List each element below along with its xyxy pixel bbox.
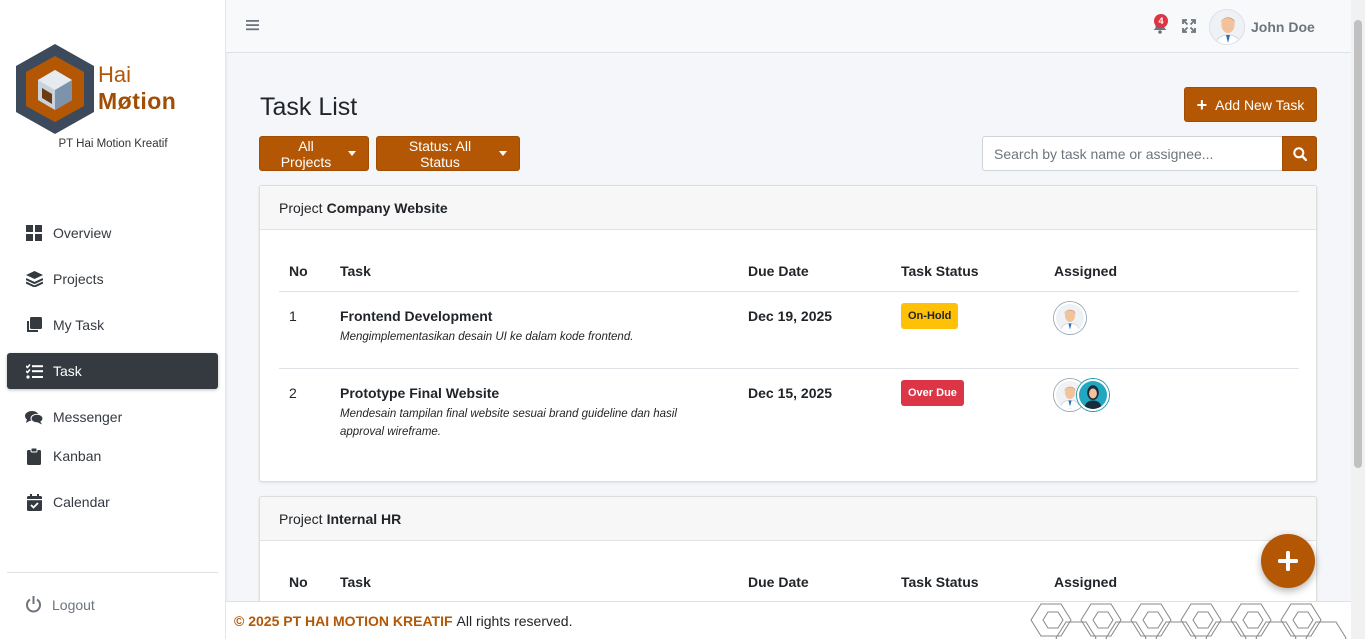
clipboard-icon — [25, 447, 43, 465]
task-title[interactable]: Frontend Development — [340, 308, 492, 324]
table-row[interactable]: 1 Frontend Development Mengimplementasik… — [279, 292, 1299, 369]
footer: © 2025 PT HAI MOTION KREATIF All rights … — [226, 601, 1351, 639]
sidebar-item-label: Messenger — [53, 409, 123, 425]
sidebar-item-calendar[interactable]: Calendar — [7, 484, 218, 520]
project-card: Project Company Website No Task Due Date… — [259, 185, 1317, 482]
sidebar-item-overview[interactable]: Overview — [7, 215, 218, 251]
sidebar-item-label: My Task — [53, 317, 105, 333]
sidebar-item-label: Projects — [53, 271, 104, 287]
footer-copyright: © 2025 PT HAI MOTION KREATIF — [234, 612, 453, 629]
project-card: Project Internal HR No Task Due Date Tas… — [259, 496, 1317, 606]
company-name: PT Hai Motion Kreatif — [58, 138, 168, 150]
sidebar-item-my-task[interactable]: My Task — [7, 307, 218, 343]
search-button[interactable] — [1282, 136, 1317, 171]
logout-button[interactable]: Logout — [25, 596, 95, 613]
header-due-date: Due Date — [748, 574, 809, 590]
header-task: Task — [340, 574, 371, 590]
sidebar-nav: Overview Projects My Task Task Messenger… — [7, 215, 218, 530]
fullscreen-icon[interactable] — [1182, 19, 1196, 38]
header-no: No — [289, 574, 308, 590]
page-scrollbar[interactable] — [1351, 0, 1365, 639]
projects-filter-dropdown[interactable]: All Projects — [259, 136, 369, 171]
floating-add-button[interactable] — [1261, 534, 1315, 588]
project-name: Company Website — [326, 199, 448, 216]
sidebar-item-label: Calendar — [53, 494, 110, 510]
hamburger-menu-icon[interactable] — [246, 18, 259, 36]
header-task: Task — [340, 263, 371, 279]
plus-icon: + — [1196, 94, 1208, 115]
sidebar-item-task[interactable]: Task — [7, 353, 218, 389]
task-description: Mendesain tampilan final website sesuai … — [340, 408, 677, 438]
header-assigned: Assigned — [1054, 263, 1118, 279]
sidebar-divider — [7, 572, 218, 573]
tasks-icon — [25, 362, 43, 380]
grid-icon — [25, 224, 43, 242]
header-task-status: Task Status — [901, 263, 979, 279]
header-assigned: Assigned — [1054, 574, 1118, 590]
task-number: 1 — [289, 308, 297, 324]
sidebar-item-messenger[interactable]: Messenger — [7, 399, 218, 435]
caret-down-icon — [348, 151, 356, 156]
comments-icon — [25, 408, 43, 426]
table-header: No Task Due Date Task Status Assigned — [279, 541, 1299, 603]
hai-motion-logo — [16, 44, 94, 134]
user-name[interactable]: John Doe — [1251, 19, 1315, 35]
brand-line-1: Hai — [98, 62, 132, 87]
status-badge: Over Due — [901, 380, 964, 406]
user-avatar[interactable] — [1209, 9, 1245, 45]
task-number: 2 — [289, 385, 297, 401]
sidebar-item-projects[interactable]: Projects — [7, 261, 218, 297]
search-icon — [1292, 146, 1307, 161]
project-card-header: Project Internal HR — [260, 497, 1316, 541]
task-due-date: Dec 19, 2025 — [748, 308, 833, 324]
notification-badge: 4 — [1154, 14, 1168, 28]
status-filter-label: Status: All Status — [408, 137, 472, 170]
project-card-header: Project Company Website — [260, 186, 1316, 230]
task-due-date: Dec 15, 2025 — [748, 385, 833, 401]
copy-icon — [25, 316, 43, 334]
task-description: Mengimplementasikan desain UI ke dalam k… — [340, 331, 634, 343]
brand-name: Hai Møtion — [98, 62, 176, 114]
sidebar-item-label: Overview — [53, 225, 112, 241]
add-new-task-button[interactable]: + Add New Task — [1184, 87, 1317, 122]
project-name: Internal HR — [326, 510, 402, 527]
project-prefix: Project — [279, 510, 323, 527]
power-icon — [25, 596, 42, 613]
sidebar: Hai Møtion PT Hai Motion Kreatif Overvie… — [0, 0, 226, 639]
table-header: No Task Due Date Task Status Assigned — [279, 230, 1299, 292]
calendar-check-icon — [25, 493, 43, 511]
layers-icon — [25, 270, 43, 288]
page-title: Task List — [260, 93, 358, 121]
scrollbar-thumb[interactable] — [1354, 20, 1362, 468]
assignee-avatar[interactable] — [1054, 302, 1086, 334]
sidebar-item-kanban[interactable]: Kanban — [7, 438, 218, 474]
footer-rights: All rights reserved. — [456, 612, 573, 629]
brand-line-2: Møtion — [98, 88, 177, 114]
brand[interactable]: Hai Møtion PT Hai Motion Kreatif — [12, 42, 222, 152]
sidebar-item-label: Task — [53, 363, 82, 379]
task-title[interactable]: Prototype Final Website — [340, 385, 499, 401]
header-due-date: Due Date — [748, 263, 809, 279]
header-no: No — [289, 263, 308, 279]
logout-label: Logout — [52, 596, 95, 613]
status-badge: On-Hold — [901, 303, 959, 329]
caret-down-icon — [499, 151, 507, 156]
project-prefix: Project — [279, 199, 323, 216]
decorative-hexagon-pattern — [1030, 603, 1347, 639]
sidebar-item-label: Kanban — [53, 448, 102, 464]
projects-filter-label: All Projects — [280, 137, 332, 170]
assignee-avatar[interactable] — [1077, 379, 1109, 411]
add-new-task-label: Add New Task — [1215, 96, 1305, 113]
search-input[interactable] — [982, 136, 1282, 171]
plus-icon — [1278, 551, 1298, 571]
header-task-status: Task Status — [901, 574, 979, 590]
table-row[interactable]: 2 Prototype Final Website Mendesain tamp… — [279, 369, 1299, 459]
topbar: 4 John Doe — [226, 0, 1351, 53]
status-filter-dropdown[interactable]: Status: All Status — [376, 136, 520, 171]
